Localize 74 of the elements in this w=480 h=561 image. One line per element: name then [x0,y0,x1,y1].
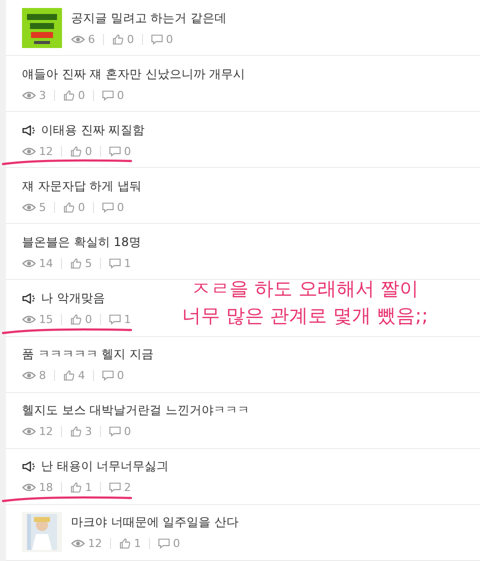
comment-icon [158,538,170,550]
comment-icon [109,426,121,438]
like-count: 1 [134,537,141,550]
eye-icon [22,90,36,100]
view-count: 3 [39,88,46,102]
view-count: 6 [88,32,95,46]
thumbs-up-icon [63,202,75,213]
post-title[interactable]: 얘들아 진짜 쟤 혼자만 신났으니까 개무시 [22,66,246,83]
comment-count: 0 [166,32,173,46]
thumbs-up-icon [70,258,82,269]
eye-icon [22,371,36,380]
comment-count: 1 [124,313,131,326]
thumbs-up-icon [70,314,82,326]
post-title[interactable]: 헬지도 보스 대박날거란걸 느낀거야ㅋㅋㅋ [22,402,250,420]
eye-icon [71,539,85,548]
comment-count: 0 [117,88,124,102]
thumbs-up-icon [63,90,75,101]
thumbs-up-icon [70,482,82,494]
post-title[interactable]: 마크야 너때문에 일주일을 산다 [71,514,238,532]
thumbs-up-icon [63,370,75,382]
comment-count: 1 [124,256,131,270]
thumbs-up-icon [119,538,131,550]
comment-icon [102,90,114,101]
thumbs-up-icon [70,426,82,438]
view-count: 18 [39,481,53,494]
like-count: 0 [78,200,85,214]
comment-count: 0 [124,144,131,158]
post-title[interactable]: 쟤 자문자답 하게 냅둬 [22,178,142,195]
thumbs-up-icon [70,146,82,157]
view-count: 12 [39,144,53,158]
post-title[interactable]: 공지글 밀려고 하는거 같은데 [71,10,226,27]
eye-icon [22,202,36,212]
comment-icon [151,34,163,45]
comment-icon [102,370,114,382]
like-count: 5 [85,256,92,270]
view-count: 8 [39,369,46,382]
comment-icon [109,258,121,269]
post-title[interactable]: 나 악개맞음 [41,290,105,308]
thumbs-up-icon [112,34,124,45]
comment-count: 0 [117,369,124,382]
view-count: 12 [39,425,53,438]
view-count: 5 [39,200,46,214]
comment-icon [109,314,121,326]
like-count: 0 [78,88,85,102]
like-count: 4 [78,369,85,382]
eye-icon [71,34,85,44]
eye-icon [22,483,36,492]
eye-icon [22,258,36,268]
comment-icon [109,482,121,494]
like-count: 3 [85,425,92,438]
megaphone-icon [22,124,37,136]
comment-icon [109,146,121,157]
post-title[interactable]: 난 태용이 너무너무싫긔 [41,458,169,476]
handwritten-note: ㅈㄹ을 하도 오래해서 짤이 너무 많은 관계로 몇개 뺐음;; [181,277,429,329]
like-count: 0 [127,32,134,46]
eye-icon [22,315,36,324]
post-title[interactable]: 블온블은 확실히 18명 [22,234,141,251]
comment-count: 2 [124,481,131,494]
view-count: 14 [39,256,53,270]
like-count: 0 [85,313,92,326]
like-count: 1 [85,481,92,494]
megaphone-icon [22,293,37,304]
like-count: 0 [85,144,92,158]
post-title[interactable]: 품 ㅋㅋㅋㅋㅋ 헬지 지금 [22,346,154,364]
eye-icon [22,146,36,156]
post-title[interactable]: 이태용 진짜 찌질함 [41,122,145,139]
megaphone-icon [22,461,37,472]
eye-icon [22,427,36,436]
comment-count: 0 [124,425,131,438]
view-count: 12 [88,537,102,550]
view-count: 15 [39,313,53,326]
comment-count: 0 [117,200,124,214]
comment-icon [102,202,114,213]
comment-count: 0 [173,537,180,550]
